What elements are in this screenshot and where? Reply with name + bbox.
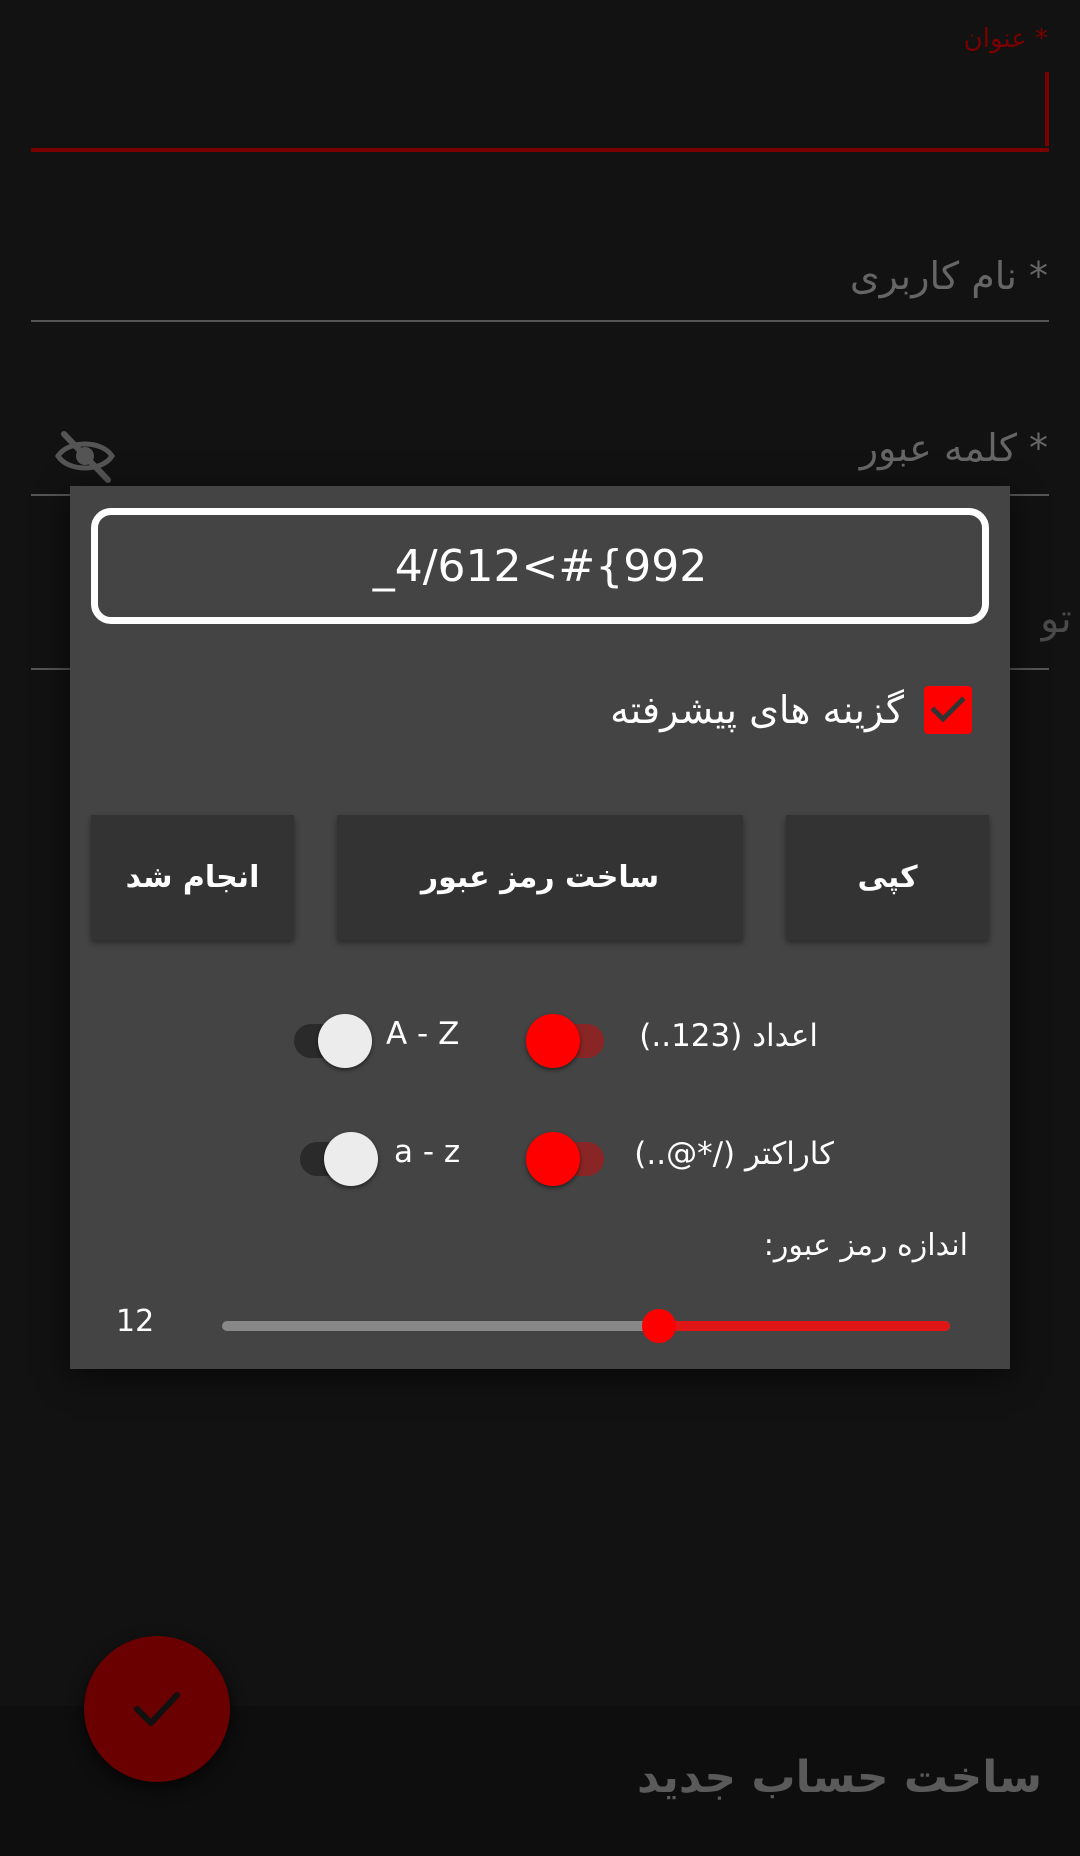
symbols-toggle[interactable] <box>526 1128 610 1188</box>
checkmark-icon <box>930 696 966 723</box>
password-length-slider[interactable] <box>222 1306 950 1346</box>
password-length-label: اندازه رمز عبور: <box>763 1228 968 1263</box>
uppercase-toggle[interactable] <box>288 1010 372 1070</box>
slider-thumb[interactable] <box>642 1309 676 1343</box>
copy-button[interactable]: کپی <box>786 815 989 940</box>
generate-password-button[interactable]: ساخت رمز عبور <box>337 815 743 940</box>
lowercase-toggle[interactable] <box>294 1128 378 1188</box>
password-field[interactable]: * کلمه عبور <box>860 426 1048 470</box>
numbers-toggle-thumb <box>526 1014 580 1068</box>
done-button[interactable]: انجام شد <box>91 815 294 940</box>
text-cursor <box>1045 72 1049 146</box>
lowercase-option-label: a - z <box>394 1134 461 1170</box>
description-field[interactable]: تو <box>1040 596 1080 642</box>
lowercase-toggle-thumb <box>324 1132 378 1186</box>
advanced-options-label: گزینه های پیشرفته <box>610 688 904 732</box>
symbols-toggle-thumb <box>526 1132 580 1186</box>
username-field-underline <box>31 320 1049 322</box>
advanced-options-checkbox[interactable] <box>924 686 972 734</box>
generated-password-text: _4/612<#{992 <box>372 540 708 592</box>
eye-off-icon[interactable] <box>54 428 116 484</box>
title-field-label: * عنوان <box>963 24 1048 54</box>
title-field-underline[interactable] <box>31 148 1049 152</box>
password-length-value: 12 <box>116 1304 155 1339</box>
save-fab-button[interactable] <box>84 1636 230 1782</box>
advanced-options-row[interactable]: گزینه های پیشرفته <box>610 686 972 734</box>
uppercase-option-label: A - Z <box>386 1016 460 1052</box>
generated-password-box[interactable]: _4/612<#{992 <box>91 508 989 624</box>
numbers-toggle[interactable] <box>526 1010 610 1070</box>
numbers-option-label: اعداد (123..) <box>639 1018 818 1054</box>
symbols-option-label: کاراکتر (/*@..) <box>634 1136 834 1172</box>
check-icon <box>134 1692 180 1726</box>
password-generator-dialog: _4/612<#{992 گزینه های پیشرفته انجام شد … <box>70 486 1010 1369</box>
screen-title: ساخت حساب جدید <box>636 1752 1042 1803</box>
uppercase-toggle-thumb <box>318 1014 372 1068</box>
slider-active-track <box>659 1321 950 1331</box>
username-field[interactable]: * نام کاربری <box>850 254 1048 298</box>
